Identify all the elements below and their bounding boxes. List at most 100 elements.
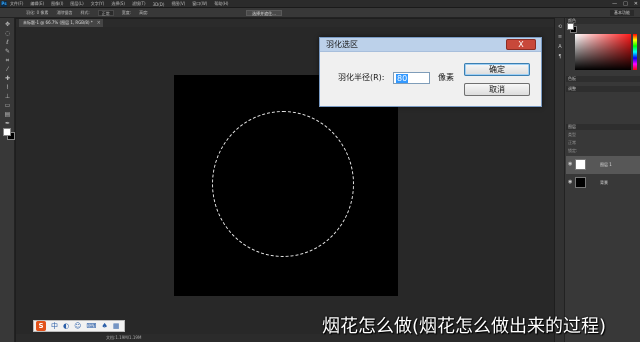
menu-help[interactable]: 帮助(H) xyxy=(214,1,228,7)
bandage-icon: ✚ xyxy=(4,75,11,82)
layer-name: 图层 1 xyxy=(600,162,612,167)
antialias-option[interactable]: 消除锯齿 xyxy=(56,10,72,16)
dialog-titlebar[interactable]: 羽化选区 X xyxy=(320,38,541,52)
menu-type[interactable]: 文字(Y) xyxy=(91,1,105,7)
style-select[interactable]: 正常 xyxy=(97,10,114,16)
cancel-button[interactable]: 取消 xyxy=(464,83,530,96)
options-bar: 羽化: 0 像素 消除锯齿 样式: 正常 宽度: 高度: xyxy=(0,8,640,18)
height-label: 高度: xyxy=(139,10,149,15)
marquee-tool[interactable]: ◌ xyxy=(4,30,11,37)
punctuation-icon[interactable]: ◐ xyxy=(63,321,69,331)
history-icon[interactable]: ⟲ xyxy=(557,24,563,30)
elliptical-marquee-icon: ◌ xyxy=(4,30,11,37)
document-tab-bar: 未标题-1 @ 66.7% (图层 1, RGB/8) * × xyxy=(16,19,554,27)
menu-bar: Ps 文件(F) 编辑(E) 图像(I) 图层(L) 文字(Y) 选择(S) 滤… xyxy=(0,0,640,8)
move-icon: ✥ xyxy=(4,21,11,28)
color-panel xyxy=(566,22,640,72)
tab-close-icon[interactable]: × xyxy=(97,19,101,27)
brush-icon: ⌇ xyxy=(6,84,9,91)
select-and-mask-button[interactable]: 选择并遮住... xyxy=(246,10,282,16)
toolbox-icon[interactable]: ▦ xyxy=(113,321,120,331)
paragraph-icon[interactable]: ¶ xyxy=(557,54,563,60)
chinese-mode-icon[interactable]: 中 xyxy=(51,321,58,331)
dialog-close-button[interactable]: X xyxy=(506,39,536,50)
feather-option[interactable]: 羽化: 0 像素 xyxy=(26,10,48,16)
layer-row[interactable]: ◉ 图层 1 xyxy=(566,156,640,174)
tools-panel: ✥ ◌ ℓ ✎ ⌗ ⁄ ✚ ⌇ ⊥ ▭ ▤ ✒ xyxy=(0,18,15,342)
layers-panel-tab[interactable]: 图层 xyxy=(566,124,640,130)
lock-label: 锁定: xyxy=(568,148,578,153)
eyedropper-tool[interactable]: ⁄ xyxy=(4,66,11,73)
layer-thumbnail xyxy=(575,177,586,188)
crop-tool[interactable]: ⌗ xyxy=(4,57,11,64)
menu-window[interactable]: 窗口(W) xyxy=(192,1,207,7)
quick-select-tool[interactable]: ✎ xyxy=(4,48,11,55)
photoshop-logo: Ps xyxy=(1,1,7,7)
quick-select-icon: ✎ xyxy=(4,48,11,55)
sogou-ime-logo[interactable]: S xyxy=(36,321,46,331)
crop-icon: ⌗ xyxy=(5,57,10,64)
properties-icon[interactable]: ≡ xyxy=(557,34,563,40)
style-label: 样式: xyxy=(80,10,90,15)
healing-brush-tool[interactable]: ✚ xyxy=(4,75,11,82)
close-window-button[interactable]: ✕ xyxy=(634,1,638,7)
width-label: 宽度: xyxy=(121,10,132,15)
eraser-tool[interactable]: ▭ xyxy=(4,102,11,109)
lasso-tool[interactable]: ℓ xyxy=(4,39,11,46)
dialog-title: 羽化选区 xyxy=(326,40,358,49)
visibility-eye-icon[interactable]: ◉ xyxy=(568,179,572,185)
lasso-icon: ℓ xyxy=(6,39,9,46)
menu-items: 文件(F) 编辑(E) 图像(I) 图层(L) 文字(Y) 选择(S) 滤镜(T… xyxy=(10,0,228,8)
color-panel-foreground[interactable] xyxy=(567,23,574,30)
feather-selection-dialog: 羽化选区 X 羽化半径(R): 80 像素 确定 取消 xyxy=(319,37,542,107)
ok-button[interactable]: 确定 xyxy=(464,63,530,76)
menu-edit[interactable]: 编辑(E) xyxy=(30,1,44,7)
swatches-panel-tab[interactable]: 色板 xyxy=(566,76,640,82)
blend-mode-select[interactable]: 正常 xyxy=(568,140,576,145)
gradient-icon: ▤ xyxy=(4,111,11,118)
workspace-switcher[interactable]: 基本功能 xyxy=(610,10,634,16)
move-tool[interactable]: ✥ xyxy=(4,21,11,28)
document-tab-title: 未标题-1 @ 66.7% (图层 1, RGB/8) * xyxy=(23,20,93,25)
menu-3d[interactable]: 3D(D) xyxy=(153,2,165,7)
feather-radius-value[interactable]: 80 xyxy=(396,74,409,83)
maximize-button[interactable]: □ xyxy=(623,1,628,7)
article-title-caption: 烟花怎么做(烟花怎么做出来的过程) xyxy=(322,316,607,337)
ime-toolbar: S 中 ◐ ☺ ⌨ ♠ ▦ xyxy=(33,320,125,332)
layer-kind-filter[interactable]: 类型 xyxy=(568,132,576,137)
eraser-icon: ▭ xyxy=(4,102,11,109)
adjustments-panel-tab[interactable]: 调整 xyxy=(566,86,640,92)
menu-image[interactable]: 图像(I) xyxy=(51,1,63,7)
panel-icon-strip: ⟲ ≡ A ¶ xyxy=(555,18,565,342)
stamp-icon: ⊥ xyxy=(4,93,11,100)
foreground-color-swatch[interactable] xyxy=(3,128,11,136)
layer-name: 背景 xyxy=(600,180,608,185)
menu-file[interactable]: 文件(F) xyxy=(10,1,23,7)
skin-icon[interactable]: ♠ xyxy=(102,321,108,331)
stamp-tool[interactable]: ⊥ xyxy=(4,93,11,100)
window-controls: — □ ✕ xyxy=(612,0,638,8)
menu-layer[interactable]: 图层(L) xyxy=(70,1,83,7)
feather-radius-label: 羽化半径(R): xyxy=(338,73,385,82)
hue-slider[interactable] xyxy=(633,34,637,70)
brush-tool[interactable]: ⌇ xyxy=(4,84,11,91)
minimize-button[interactable]: — xyxy=(612,1,617,7)
pen-tool[interactable]: ✒ xyxy=(4,120,11,127)
eyedropper-icon: ⁄ xyxy=(6,66,8,73)
pixels-unit-label: 像素 xyxy=(438,73,454,82)
menu-filter[interactable]: 滤镜(T) xyxy=(132,1,146,7)
circular-selection-marquee xyxy=(212,111,354,257)
keyboard-icon[interactable]: ⌨ xyxy=(86,321,96,331)
menu-view[interactable]: 视图(V) xyxy=(171,1,185,7)
document-tab[interactable]: 未标题-1 @ 66.7% (图层 1, RGB/8) * × xyxy=(19,19,103,27)
visibility-eye-icon[interactable]: ◉ xyxy=(568,161,572,167)
layer-thumbnail xyxy=(575,159,586,170)
gradient-tool[interactable]: ▤ xyxy=(4,111,11,118)
layer-row[interactable]: ◉ 背景 xyxy=(566,174,640,192)
color-picker-field[interactable] xyxy=(575,34,631,70)
menu-select[interactable]: 选择(S) xyxy=(111,1,125,7)
options-items: 羽化: 0 像素 消除锯齿 样式: 正常 宽度: 高度: xyxy=(26,9,149,17)
emoji-icon[interactable]: ☺ xyxy=(74,321,81,331)
pen-icon: ✒ xyxy=(4,120,11,127)
character-icon[interactable]: A xyxy=(557,44,563,50)
